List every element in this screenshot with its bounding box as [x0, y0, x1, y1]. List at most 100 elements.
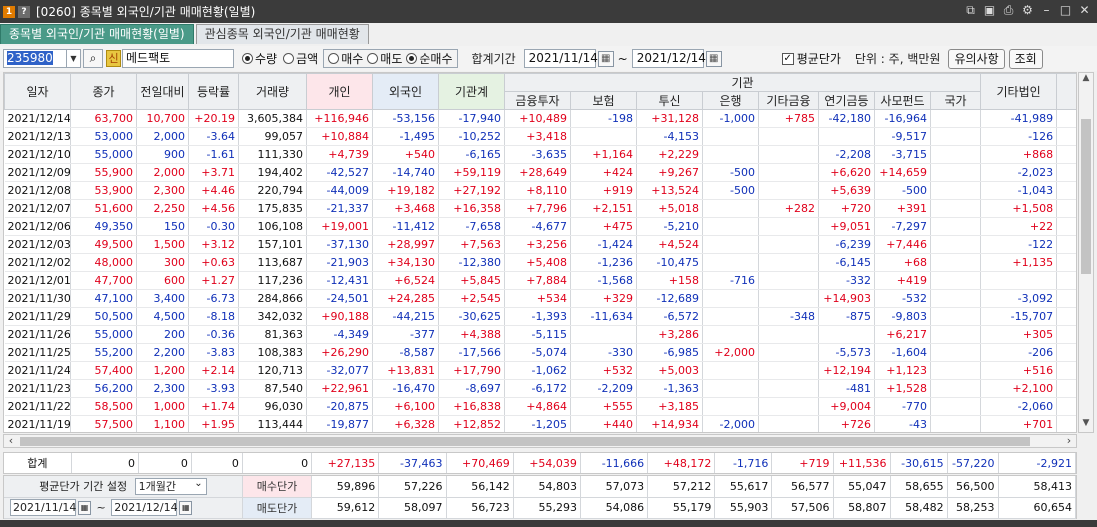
col-date[interactable]: 일자: [4, 73, 71, 110]
date-to-input[interactable]: 2021/12/14: [631, 49, 706, 68]
scroll-down-icon[interactable]: ▼: [1079, 418, 1093, 432]
col-other-finance[interactable]: 기타금융: [758, 91, 819, 110]
date-from-input[interactable]: 2021/11/14: [523, 49, 598, 68]
stock-code-value: 235980: [7, 51, 53, 65]
cell-other-corp: -2,023: [980, 163, 1058, 182]
table-row[interactable]: 2021/12/13 53,000 2,000 -3.64 99,057 +10,884-…: [4, 127, 1076, 146]
table-row[interactable]: 2021/12/10 55,000 900 -1.61 111,330 +4,739 +54…: [4, 145, 1076, 164]
totals-government: -57,220: [947, 453, 999, 473]
horizontal-scrollbar[interactable]: ‹ ›: [3, 434, 1077, 448]
col-individual[interactable]: 개인: [306, 73, 373, 110]
help-icon[interactable]: ?: [18, 5, 30, 18]
col-foreign[interactable]: 외국인: [372, 73, 439, 110]
col-inst-total[interactable]: 기관계: [438, 73, 505, 110]
scroll-up-icon[interactable]: ▲: [1079, 73, 1093, 87]
credit-badge: 신: [106, 50, 121, 67]
table-row[interactable]: 2021/12/01 47,700 600 +1.27 117,236 -12,431 +6…: [4, 271, 1076, 290]
calendar-icon[interactable]: ▦: [179, 501, 193, 515]
col-more[interactable]: 기: [1056, 73, 1076, 110]
cell-individual: -24,501: [306, 289, 373, 308]
col-private-equity[interactable]: 사모펀드: [874, 91, 931, 110]
cell-more: [1056, 289, 1076, 308]
cell-financial-invest: -1,062: [504, 361, 571, 380]
col-volume[interactable]: 거래량: [238, 73, 307, 110]
buy-price-cell: 56,142: [446, 476, 514, 498]
cell-change: 150: [136, 217, 189, 236]
table-row[interactable]: 2021/11/26 55,000 200 -0.36 81,363 -4,349 -377…: [4, 325, 1076, 344]
cell-more: [1056, 109, 1076, 128]
search-icon[interactable]: ⌕: [83, 49, 103, 68]
calendar-icon[interactable]: ▦: [78, 501, 91, 515]
cell-pension: -481: [818, 379, 875, 398]
cell-insurance: -2,209: [570, 379, 637, 398]
chevron-down-icon[interactable]: ▼: [67, 49, 81, 68]
link-icon[interactable]: ⧉: [964, 3, 977, 18]
maximize-icon[interactable]: □: [1059, 3, 1072, 18]
col-government[interactable]: 국가: [929, 91, 982, 110]
calendar-icon[interactable]: ▦: [705, 50, 722, 67]
table-row[interactable]: 2021/12/07 51,600 2,250 +4.56 175,835 -21,337…: [4, 199, 1076, 218]
radio-sell[interactable]: 매도: [367, 50, 402, 67]
settings-icon[interactable]: ⚙: [1021, 3, 1034, 18]
cell-inst-total: -6,165: [438, 145, 505, 164]
query-button[interactable]: 조회: [1008, 48, 1043, 69]
cell-close: 47,100: [70, 289, 137, 308]
calendar-icon[interactable]: ▦: [597, 50, 614, 67]
cell-more: [1056, 235, 1076, 254]
cell-other-corp: +22: [980, 217, 1058, 236]
table-row[interactable]: 2021/12/06 49,350 150 -0.30 106,108 +19,001 -1…: [4, 217, 1076, 236]
minimize-icon[interactable]: –: [1040, 3, 1053, 18]
radio-amount[interactable]: 금액: [283, 50, 318, 67]
radio-quantity[interactable]: 수량: [242, 50, 277, 67]
scroll-right-icon[interactable]: ›: [1062, 434, 1076, 448]
table-row[interactable]: 2021/12/09 55,900 2,000 +3.71 194,402 -42,527…: [4, 163, 1076, 182]
scroll-thumb[interactable]: [1081, 119, 1091, 274]
cell-trust: +3,286: [636, 325, 703, 344]
col-rate[interactable]: 등락률: [188, 73, 239, 110]
cell-pension: [818, 325, 875, 344]
cell-foreign: +540: [372, 145, 439, 164]
col-financial-invest[interactable]: 금융투자: [504, 91, 571, 110]
table-row[interactable]: 2021/11/22 58,500 1,000 +1.74 96,030 -20,875 +…: [4, 397, 1076, 416]
notes-button[interactable]: 유의사항: [948, 48, 1005, 69]
table-row[interactable]: 2021/12/08 53,900 2,300 +4.46 220,794 -44,009…: [4, 181, 1076, 200]
col-pension[interactable]: 연기금등: [818, 91, 875, 110]
table-row[interactable]: 2021/12/02 48,000 300 +0.63 113,687 -21,903 +3…: [4, 253, 1076, 272]
table-row[interactable]: 2021/11/24 57,400 1,200 +2.14 120,713 -32,077…: [4, 361, 1076, 380]
col-bank[interactable]: 은행: [702, 91, 759, 110]
scroll-thumb[interactable]: [20, 437, 1030, 446]
stock-code-input[interactable]: 235980: [3, 49, 67, 68]
totals-row: 합계 0 0 0 0 +27,135 -37,463 +70,469 +54,0…: [3, 452, 1077, 474]
radio-buy[interactable]: 매수: [328, 50, 363, 67]
close-icon[interactable]: ✕: [1078, 3, 1091, 18]
tab-daily-trading[interactable]: 종목별 외국인/기관 매매현황(일별): [0, 24, 194, 44]
table-row[interactable]: 2021/11/29 50,500 4,500 -8.18 342,032 +90,188…: [4, 307, 1076, 326]
table-row[interactable]: 2021/12/14 63,700 10,700 +20.19 3,605,384 +11…: [4, 109, 1076, 128]
tab-watchlist-trading[interactable]: 관심종목 외국인/기관 매매현황: [195, 24, 369, 44]
cell-individual: +4,739: [306, 145, 373, 164]
avg-date-from[interactable]: 2021/11/14: [10, 499, 76, 516]
avg-date-to[interactable]: 2021/12/14: [111, 499, 178, 516]
table-row[interactable]: 2021/11/30 47,100 3,400 -6.73 284,866 -24,501…: [4, 289, 1076, 308]
cell-close: 47,700: [70, 271, 137, 290]
table-row[interactable]: 2021/11/19 57,500 1,100 +1.95 113,444 -19,877…: [4, 415, 1076, 432]
cell-foreign: +6,100: [372, 397, 439, 416]
radio-net-buy[interactable]: 순매수: [406, 50, 453, 67]
col-insurance[interactable]: 보험: [570, 91, 637, 110]
col-trust[interactable]: 투신: [636, 91, 703, 110]
print-icon[interactable]: ⎙: [1002, 3, 1015, 18]
table-row[interactable]: 2021/11/25 55,200 2,200 -3.83 108,383 +26,290…: [4, 343, 1076, 362]
sell-price-cell: 55,903: [714, 497, 773, 519]
vertical-scrollbar[interactable]: ▲ ▼: [1078, 72, 1094, 433]
table-row[interactable]: 2021/11/23 56,200 2,300 -3.93 87,540 +22,961-…: [4, 379, 1076, 398]
col-change[interactable]: 전일대비: [136, 73, 189, 110]
col-close[interactable]: 종가: [70, 73, 137, 110]
scroll-left-icon[interactable]: ‹: [4, 434, 18, 448]
table-row[interactable]: 2021/12/03 49,500 1,500 +3.12 157,101 -37,130…: [4, 235, 1076, 254]
avg-price-checkbox[interactable]: ✓ 평균단가: [781, 50, 841, 67]
save-icon[interactable]: ▣: [983, 3, 996, 18]
col-other-corp[interactable]: 기타법인: [980, 73, 1058, 110]
cell-trust: +31,128: [636, 109, 703, 128]
avg-period-select[interactable]: 1개월간: [134, 476, 207, 495]
cell-individual: +26,290: [306, 343, 373, 362]
